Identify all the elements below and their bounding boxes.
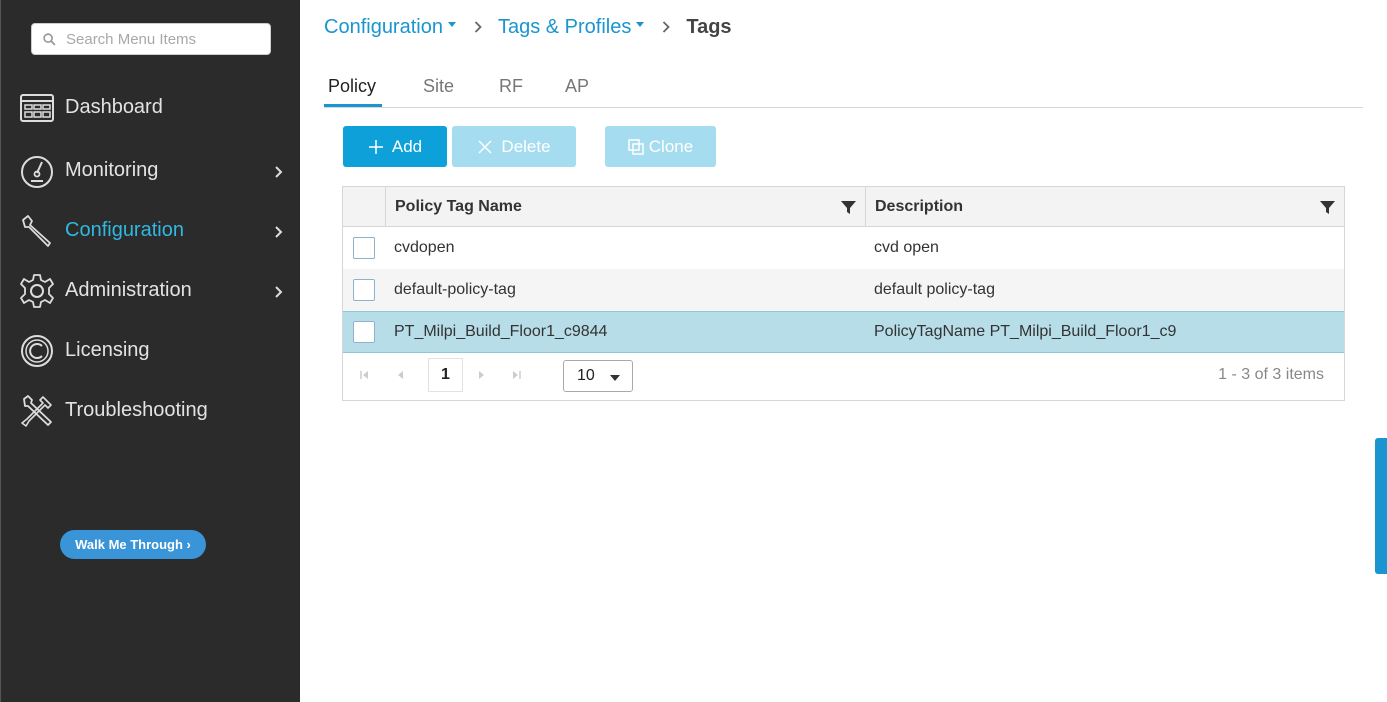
sidebar: Dashboard Monitoring Configuration Admin… — [0, 0, 300, 702]
nav-label-configuration: Configuration — [65, 219, 184, 241]
last-page-icon[interactable] — [510, 369, 522, 381]
tab-bar: Policy Site RF AP — [324, 73, 1363, 108]
cell-policy-tag-name: default-policy-tag — [394, 281, 516, 298]
nav-label-monitoring: Monitoring — [65, 159, 159, 181]
nav-item-troubleshooting[interactable]: Troubleshooting — [1, 387, 301, 435]
tab-policy[interactable]: Policy — [328, 76, 376, 97]
nav-label-troubleshooting: Troubleshooting — [65, 399, 208, 421]
row-checkbox[interactable] — [353, 237, 375, 259]
gauge-icon — [21, 156, 53, 188]
cell-policy-tag-name: PT_Milpi_Build_Floor1_c9844 — [394, 323, 608, 340]
cell-policy-tag-name: cvdopen — [394, 239, 455, 256]
wrench-icon — [22, 215, 51, 247]
chevron-right-icon — [663, 21, 671, 33]
filter-icon[interactable] — [1320, 200, 1335, 215]
nav-label-administration: Administration — [65, 279, 192, 301]
licensing-icon — [21, 335, 53, 367]
tab-ap[interactable]: AP — [565, 76, 589, 97]
policy-tag-table: Policy Tag Name Description cvdopen cvd … — [342, 186, 1345, 401]
breadcrumb-configuration[interactable]: Configuration — [324, 16, 456, 39]
nav-item-configuration[interactable]: Configuration — [1, 207, 301, 255]
dashboard-icon — [20, 94, 54, 122]
page-size-select[interactable]: 10 — [563, 360, 633, 392]
pagination: 1 10 1 - 3 of 3 items — [343, 353, 1344, 400]
search-input[interactable] — [66, 24, 266, 54]
nav-label-dashboard: Dashboard — [65, 96, 163, 118]
row-checkbox[interactable] — [353, 321, 375, 343]
next-page-icon[interactable] — [475, 369, 487, 381]
clone-button-label: Clone — [648, 136, 694, 156]
first-page-icon[interactable] — [359, 369, 371, 381]
cell-description: cvd open — [874, 239, 939, 256]
walk-me-through-button[interactable]: Walk Me Through › — [60, 530, 206, 559]
tools-icon — [21, 395, 52, 427]
nav-item-administration[interactable]: Administration — [1, 267, 301, 315]
column-header-description[interactable]: Description — [875, 187, 963, 226]
caret-down-icon — [610, 375, 620, 381]
delete-button-label: Delete — [501, 136, 551, 156]
chevron-right-icon — [275, 226, 283, 238]
breadcrumb: Configuration Tags & Profiles Tags — [324, 13, 732, 41]
table-row[interactable]: cvdopen cvd open — [343, 227, 1344, 269]
chevron-right-icon — [275, 166, 283, 178]
column-header-policy-tag-name[interactable]: Policy Tag Name — [395, 187, 522, 226]
side-panel-handle[interactable] — [1375, 438, 1387, 574]
add-button-label: Add — [391, 136, 423, 156]
table-row[interactable]: default-policy-tag default policy-tag — [343, 269, 1344, 311]
search-box[interactable] — [31, 23, 271, 55]
cell-description: default policy-tag — [874, 281, 995, 298]
close-icon — [478, 139, 492, 154]
breadcrumb-tags-profiles[interactable]: Tags & Profiles — [497, 15, 645, 39]
breadcrumb-configuration-label: Configuration — [324, 15, 443, 38]
nav-item-dashboard[interactable]: Dashboard — [1, 84, 301, 132]
nav-item-monitoring[interactable]: Monitoring — [1, 147, 301, 195]
column-divider — [385, 187, 386, 227]
filter-icon[interactable] — [841, 200, 856, 215]
cell-description: PolicyTagName PT_Milpi_Build_Floor1_c9 — [874, 323, 1177, 340]
current-page-number[interactable]: 1 — [428, 358, 463, 392]
add-button[interactable]: Add — [343, 126, 447, 167]
breadcrumb-current: Tags — [686, 15, 732, 38]
previous-page-icon[interactable] — [395, 369, 407, 381]
tab-rf[interactable]: RF — [499, 76, 523, 97]
gear-icon — [20, 274, 54, 308]
copy-icon — [628, 138, 644, 155]
column-divider — [865, 187, 866, 227]
row-checkbox[interactable] — [353, 279, 375, 301]
chevron-right-icon — [275, 286, 283, 298]
chevron-right-icon — [474, 21, 482, 33]
caret-down-icon — [636, 21, 645, 27]
breadcrumb-tags-profiles-label: Tags & Profiles — [497, 15, 632, 38]
nav-label-licensing: Licensing — [65, 339, 150, 361]
nav-item-licensing[interactable]: Licensing — [1, 327, 301, 375]
pagination-info: 1 - 3 of 3 items — [1218, 366, 1324, 383]
tab-site[interactable]: Site — [423, 76, 454, 97]
caret-down-icon — [447, 21, 456, 27]
search-icon — [43, 33, 56, 46]
delete-button[interactable]: Delete — [452, 126, 576, 167]
clone-button[interactable]: Clone — [605, 126, 716, 167]
table-header: Policy Tag Name Description — [343, 187, 1344, 227]
page-size-value: 10 — [577, 367, 595, 384]
plus-icon — [368, 139, 383, 154]
active-tab-indicator — [324, 104, 382, 107]
table-row-selected[interactable]: PT_Milpi_Build_Floor1_c9844 PolicyTagNam… — [343, 311, 1344, 353]
